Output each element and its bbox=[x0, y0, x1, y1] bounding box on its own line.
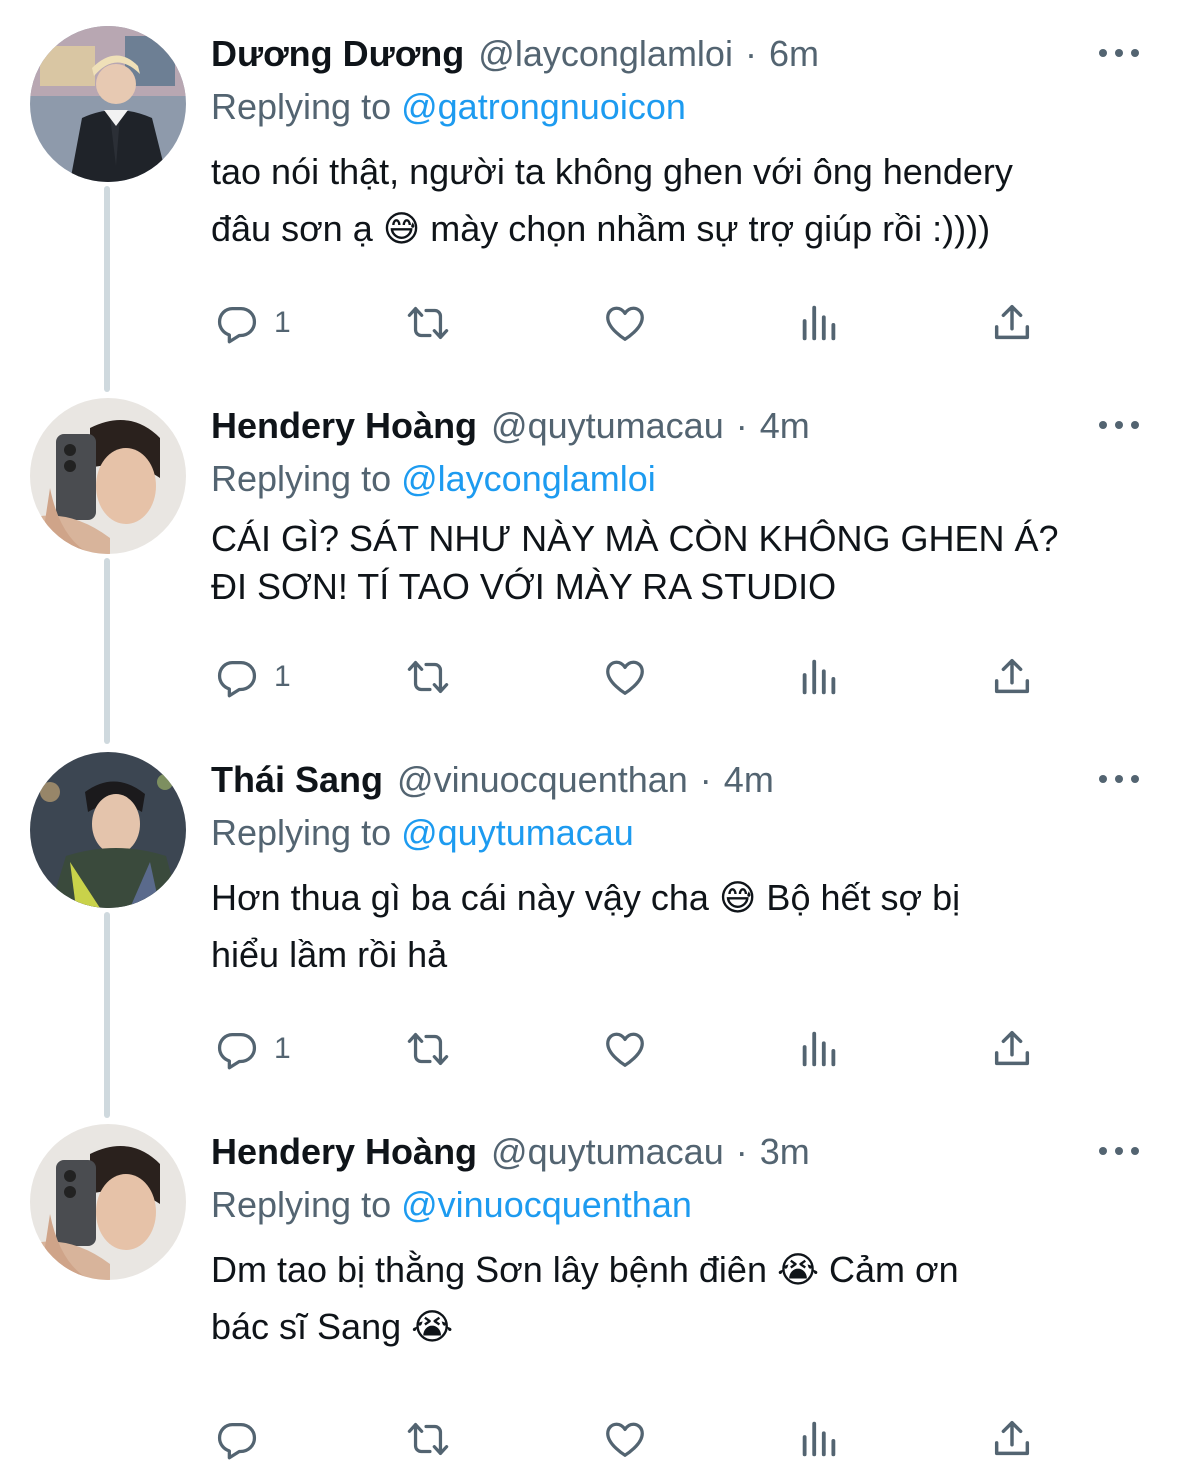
username[interactable]: @quytumacau bbox=[491, 1131, 724, 1173]
views-chart-icon bbox=[802, 1031, 836, 1067]
timestamp[interactable]: 4m bbox=[724, 759, 774, 801]
mention-link[interactable]: @layconglamloi bbox=[401, 458, 656, 499]
avatar-image bbox=[30, 398, 186, 554]
timestamp[interactable]: 3m bbox=[760, 1131, 810, 1173]
replying-to-label: Replying to bbox=[211, 86, 402, 127]
tweet-actions: 1 bbox=[214, 298, 1044, 348]
reply-button[interactable]: 1 bbox=[214, 1024, 291, 1074]
reply-icon bbox=[217, 660, 257, 698]
views-button[interactable] bbox=[796, 298, 842, 348]
mention-link[interactable]: @vinuocquenthan bbox=[401, 1184, 692, 1225]
reply-button[interactable]: 1 bbox=[214, 298, 291, 348]
avatar-image bbox=[30, 26, 186, 182]
views-button[interactable] bbox=[796, 652, 842, 702]
heart-icon bbox=[606, 660, 644, 695]
tweet-text: Hơn thua gì ba cái này vậy cha 😅 Bộ hết … bbox=[211, 877, 961, 975]
avatar-image bbox=[30, 1124, 186, 1280]
avatar[interactable] bbox=[30, 1124, 186, 1280]
timestamp[interactable]: 6m bbox=[769, 33, 819, 75]
retweet-icon bbox=[407, 1032, 449, 1066]
replying-to-label: Replying to bbox=[211, 812, 402, 853]
share-icon bbox=[994, 1030, 1030, 1066]
separator: · bbox=[744, 33, 757, 74]
like-button[interactable] bbox=[602, 652, 648, 702]
views-chart-icon bbox=[802, 1421, 836, 1457]
share-button[interactable] bbox=[989, 298, 1035, 348]
username[interactable]: @layconglamloi bbox=[478, 33, 733, 75]
more-icon[interactable] bbox=[1099, 38, 1139, 68]
share-button[interactable] bbox=[989, 652, 1035, 702]
thread-line bbox=[104, 558, 110, 744]
tweet-actions: 1 bbox=[214, 652, 1044, 702]
share-button[interactable] bbox=[989, 1414, 1035, 1464]
heart-icon bbox=[606, 306, 644, 341]
username[interactable]: @quytumacau bbox=[491, 405, 724, 447]
like-button[interactable] bbox=[602, 298, 648, 348]
reply-button[interactable]: 1 bbox=[214, 652, 291, 702]
username[interactable]: @vinuocquenthan bbox=[397, 759, 688, 801]
heart-icon bbox=[606, 1422, 644, 1457]
tweet-text: CÁI GÌ? SÁT NHƯ NÀY MÀ CÒN KHÔNG GHEN Á?… bbox=[211, 518, 1059, 607]
replying-to-line: Replying to @layconglamloi bbox=[211, 456, 1139, 502]
like-button[interactable] bbox=[602, 1024, 648, 1074]
share-button[interactable] bbox=[989, 1024, 1035, 1074]
avatar-image bbox=[30, 752, 186, 908]
more-icon[interactable] bbox=[1099, 410, 1139, 440]
retweet-icon bbox=[407, 1422, 449, 1456]
replying-to-line: Replying to @gatrongnuoicon bbox=[211, 84, 1139, 130]
tweet-actions: 1 bbox=[214, 1024, 1044, 1074]
tweet-text: Dm tao bị thằng Sơn lây bệnh điên 😭 Cảm … bbox=[211, 1249, 959, 1347]
separator: · bbox=[735, 405, 748, 446]
reply-icon bbox=[217, 1422, 257, 1460]
retweet-button[interactable] bbox=[405, 652, 451, 702]
mention-link[interactable]: @gatrongnuoicon bbox=[401, 86, 686, 127]
tweet-actions bbox=[214, 1414, 1044, 1464]
display-name[interactable]: Hendery Hoàng bbox=[211, 1131, 477, 1173]
more-icon[interactable] bbox=[1099, 1136, 1139, 1166]
retweet-icon bbox=[407, 306, 449, 340]
views-button[interactable] bbox=[796, 1414, 842, 1464]
replying-to-line: Replying to @quytumacau bbox=[211, 810, 1139, 856]
retweet-button[interactable] bbox=[405, 1024, 451, 1074]
replying-to-label: Replying to bbox=[211, 458, 402, 499]
like-button[interactable] bbox=[602, 1414, 648, 1464]
heart-icon bbox=[606, 1032, 644, 1067]
reply-count: 1 bbox=[274, 660, 291, 693]
thread-line bbox=[104, 912, 110, 1118]
reply-count: 1 bbox=[274, 306, 291, 339]
avatar[interactable] bbox=[30, 26, 186, 182]
retweet-button[interactable] bbox=[405, 1414, 451, 1464]
thread-line bbox=[104, 186, 110, 392]
mention-link[interactable]: @quytumacau bbox=[401, 812, 634, 853]
separator: · bbox=[699, 759, 712, 800]
replying-to-line: Replying to @vinuocquenthan bbox=[211, 1182, 1139, 1228]
views-chart-icon bbox=[802, 305, 836, 341]
share-icon bbox=[994, 658, 1030, 694]
retweet-icon bbox=[407, 660, 449, 694]
more-icon[interactable] bbox=[1099, 764, 1139, 794]
timestamp[interactable]: 4m bbox=[760, 405, 810, 447]
avatar[interactable] bbox=[30, 752, 186, 908]
reply-count: 1 bbox=[274, 1032, 291, 1065]
replying-to-label: Replying to bbox=[211, 1184, 402, 1225]
share-icon bbox=[994, 1420, 1030, 1456]
views-chart-icon bbox=[802, 659, 836, 695]
display-name[interactable]: Dương Dương bbox=[211, 33, 464, 75]
tweet-text: tao nói thật, người ta không ghen với ôn… bbox=[211, 151, 1013, 249]
retweet-button[interactable] bbox=[405, 298, 451, 348]
views-button[interactable] bbox=[796, 1024, 842, 1074]
share-icon bbox=[994, 304, 1030, 340]
reply-button[interactable] bbox=[214, 1414, 274, 1464]
reply-icon bbox=[217, 1032, 257, 1070]
avatar[interactable] bbox=[30, 398, 186, 554]
separator: · bbox=[735, 1131, 748, 1172]
display-name[interactable]: Hendery Hoàng bbox=[211, 405, 477, 447]
reply-icon bbox=[217, 306, 257, 344]
display-name[interactable]: Thái Sang bbox=[211, 759, 383, 801]
